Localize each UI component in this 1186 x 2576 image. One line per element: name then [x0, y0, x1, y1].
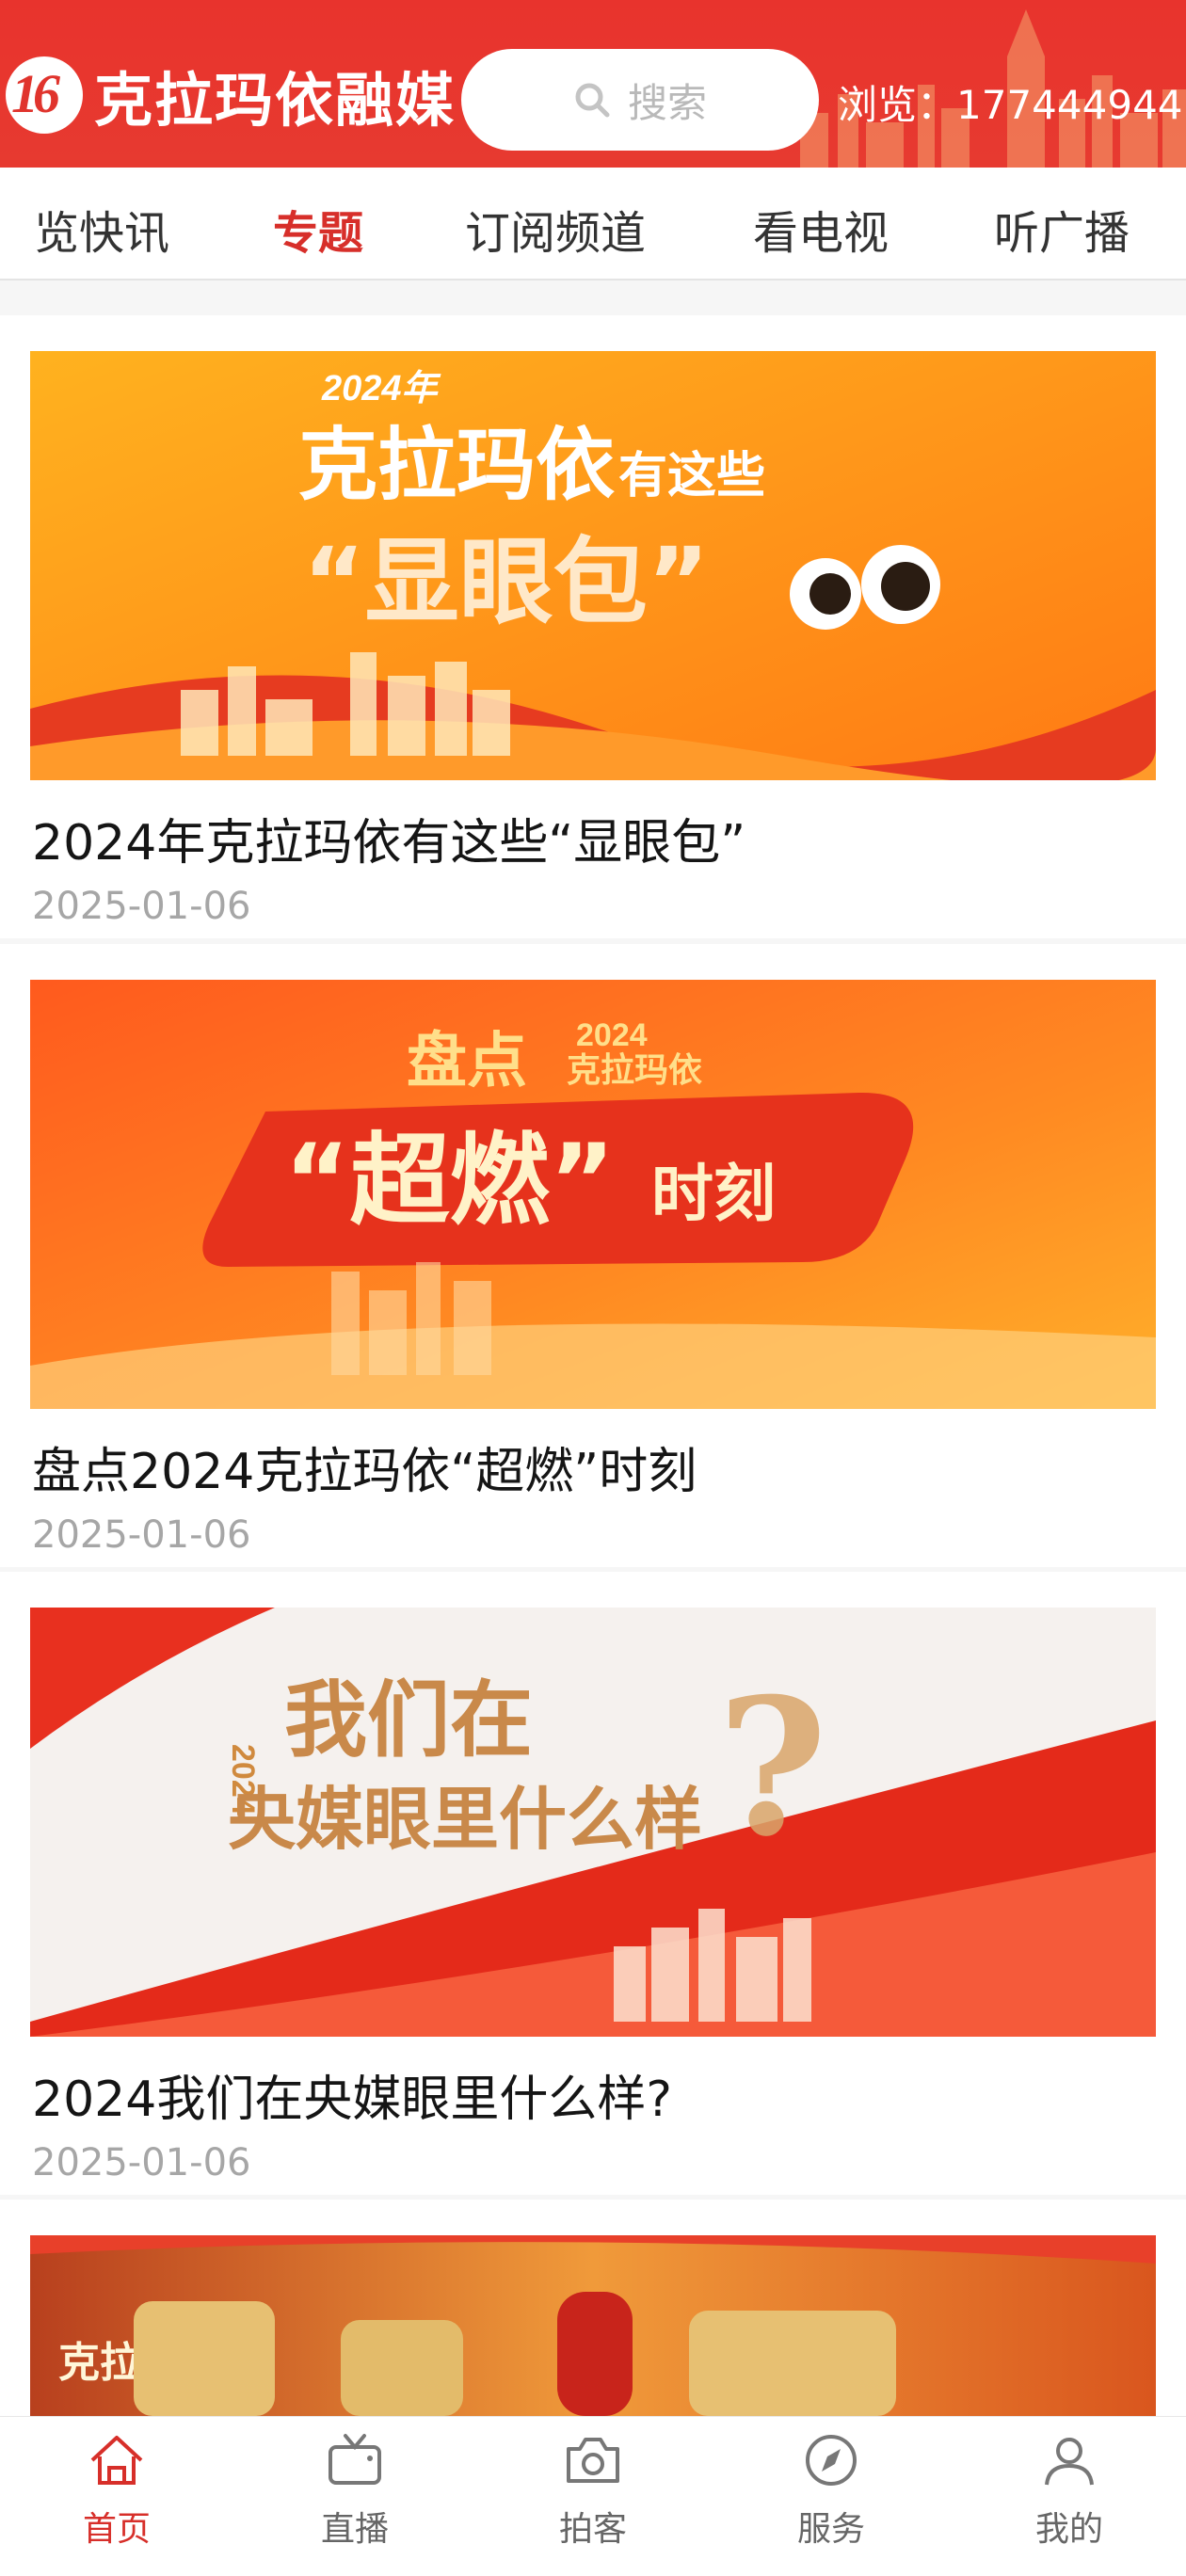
article-banner-image[interactable]: 克拉 [30, 2235, 1156, 2416]
compass-icon [806, 2435, 857, 2486]
search-bar[interactable]: 搜索 [461, 49, 819, 151]
app-logo[interactable]: 16 克拉玛依融媒 [6, 53, 456, 137]
article-banner-image[interactable]: 2024年 克拉玛依 有这些 “显眼包” [30, 351, 1156, 780]
nav-label: 我的 [1034, 2510, 1103, 2549]
article-card[interactable]: 2024 我们在 央媒眼里什么样 ? 2024我们在央媒眼里什么样? 2025-… [0, 1572, 1186, 2195]
logo-text: 克拉玛依融媒 [94, 66, 457, 135]
search-icon [575, 83, 610, 118]
app-header: 16 克拉玛依融媒 搜索 浏览：177444944 [0, 0, 1186, 168]
banner-text: 克拉 [58, 2339, 141, 2387]
tab-watch-tv[interactable]: 看电视 [753, 196, 889, 262]
banner-text: 盘点 [407, 1027, 527, 1096]
camera-icon [567, 2438, 619, 2483]
view-counter-label: 浏览： [838, 82, 957, 128]
article-banner-image[interactable]: 2024 我们在 央媒眼里什么样 ? [30, 1608, 1156, 2037]
banner-text: 我们在 [284, 1672, 533, 1768]
banner-text: 时刻 [651, 1158, 776, 1230]
banner-text: 2024年 [321, 369, 442, 408]
logo-mark-text: 16 [11, 63, 60, 124]
nav-services[interactable]: 服务 [756, 2432, 906, 2551]
nav-profile[interactable]: 我的 [994, 2432, 1145, 2551]
bottom-navigation: 首页 直播 拍客 服务 我的 [0, 2416, 1186, 2576]
article-banner-image[interactable]: 盘点 2024 克拉玛依 “超燃” 时刻 [30, 980, 1156, 1409]
article-title[interactable]: 2024年克拉玛依有这些“显眼包” [32, 803, 745, 873]
article-date: 2025-01-06 [32, 1513, 251, 1557]
article-card[interactable]: 克拉 [0, 2200, 1186, 2416]
banner-text: “超燃” [284, 1123, 615, 1239]
article-card[interactable]: 盘点 2024 克拉玛依 “超燃” 时刻 盘点2024克拉玛依“超燃”时刻 20… [0, 944, 1186, 1567]
article-title[interactable]: 2024我们在央媒眼里什么样? [32, 2059, 672, 2130]
search-placeholder: 搜索 [627, 79, 707, 126]
view-counter: 浏览：177444944 [838, 73, 1183, 131]
logo-mark: 16 [6, 56, 83, 134]
tab-topics[interactable]: 专题 [273, 196, 363, 262]
banner-text: 克拉玛依 [567, 1051, 702, 1090]
nav-live[interactable]: 直播 [280, 2432, 430, 2551]
article-title[interactable]: 盘点2024克拉玛依“超燃”时刻 [32, 1432, 697, 1502]
tab-news-flash[interactable]: 览快讯 [34, 196, 169, 262]
nav-label: 直播 [320, 2510, 389, 2549]
banner-text: “显眼包” [303, 527, 709, 637]
tv-icon [329, 2434, 381, 2485]
tab-listen-radio[interactable]: 听广播 [994, 196, 1130, 262]
banner-text: 央媒眼里什么样 [228, 1780, 702, 1859]
nav-home[interactable]: 首页 [41, 2432, 192, 2551]
article-date: 2025-01-06 [32, 885, 251, 928]
article-card[interactable]: 2024年 克拉玛依 有这些 “显眼包” 2024年克拉玛依有这些“显眼包” 2… [0, 315, 1186, 938]
nav-label: 首页 [82, 2510, 151, 2549]
tab-subscribed-channels[interactable]: 订阅频道 [465, 196, 646, 262]
banner-text: ? [717, 1657, 827, 1879]
banner-text: 克拉玛依 [298, 419, 615, 511]
nav-reporter[interactable]: 拍客 [518, 2432, 668, 2551]
user-icon [1045, 2438, 1094, 2486]
nav-label: 拍客 [558, 2510, 627, 2549]
banner-text: 有这些 [618, 448, 765, 504]
nav-label: 服务 [796, 2510, 865, 2549]
banner-text: 2024 [576, 1017, 648, 1053]
article-date: 2025-01-06 [32, 2141, 251, 2184]
home-icon [90, 2436, 143, 2485]
channel-tabs: 览快讯 专题 订阅频道 看电视 听广播 [0, 168, 1186, 280]
view-counter-value: 177444944 [956, 82, 1183, 128]
